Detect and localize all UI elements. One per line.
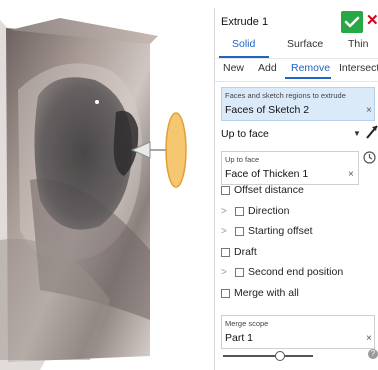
merge-all-checkbox[interactable] <box>221 288 230 298</box>
tab-surface[interactable]: Surface <box>287 38 323 50</box>
second-end-checkbox[interactable] <box>235 267 244 277</box>
starting-offset-option[interactable]: > Starting offset <box>221 223 313 239</box>
dialog-title: Extrude 1 <box>221 16 269 28</box>
starting-offset-checkbox[interactable] <box>235 226 244 236</box>
chevron-right-icon[interactable]: > <box>221 267 235 278</box>
operation-tabs: New Add Remove Intersect <box>215 62 378 80</box>
info-icon[interactable]: ? <box>368 349 378 359</box>
merge-scope-label: Merge scope <box>225 319 269 328</box>
second-end-label: Second end position <box>248 266 344 278</box>
tab-new[interactable]: New <box>223 62 244 74</box>
offset-distance-option[interactable]: Offset distance <box>221 182 304 198</box>
offset-distance-label: Offset distance <box>234 184 304 196</box>
direction-checkbox[interactable] <box>235 206 244 216</box>
tab-add[interactable]: Add <box>258 62 277 74</box>
selection-field[interactable]: Faces and sketch regions to extrude Face… <box>221 87 375 121</box>
selection-value: Faces of Sketch 2 <box>225 104 310 116</box>
clock-icon[interactable] <box>363 151 376 164</box>
second-end-option[interactable]: > Second end position <box>221 264 343 280</box>
tab-thin[interactable]: Thin <box>348 38 368 50</box>
check-icon[interactable] <box>341 11 363 33</box>
up-to-face-label: Up to face <box>225 155 260 164</box>
tab-remove[interactable]: Remove <box>291 62 330 74</box>
up-to-face-field[interactable]: Up to face Face of Thicken 1 × <box>221 151 359 185</box>
chevron-right-icon[interactable]: > <box>221 206 235 217</box>
merge-all-option[interactable]: Merge with all <box>221 285 299 301</box>
chevron-down-icon: ▼ <box>353 129 361 138</box>
3d-viewport[interactable] <box>0 0 214 370</box>
draft-label: Draft <box>234 246 257 258</box>
tab-solid[interactable]: Solid <box>232 38 255 50</box>
clear-scope-icon[interactable]: × <box>366 333 372 344</box>
chevron-right-icon[interactable]: > <box>221 226 235 237</box>
merge-all-label: Merge with all <box>234 287 299 299</box>
slider-knob[interactable] <box>274 351 285 361</box>
end-type-select[interactable]: Up to face ▼ <box>221 125 361 143</box>
tab-underline <box>285 77 331 79</box>
selection-label: Faces and sketch regions to extrude <box>225 91 346 100</box>
slider-track <box>223 355 313 357</box>
close-icon[interactable]: ✕ <box>366 13 378 28</box>
draft-option[interactable]: Draft <box>221 244 257 260</box>
extrude-dialog: Extrude 1 ✕ Solid Surface Thin New Add R… <box>214 8 378 370</box>
face-disk <box>165 112 187 188</box>
direction-option[interactable]: > Direction <box>221 203 289 219</box>
flip-direction-icon[interactable] <box>365 124 378 140</box>
slider[interactable] <box>223 350 313 362</box>
merge-scope-field[interactable]: Merge scope Part 1 × <box>221 315 375 349</box>
clear-face-icon[interactable]: × <box>348 169 354 180</box>
divider <box>215 81 378 82</box>
starting-offset-label: Starting offset <box>248 225 313 237</box>
merge-scope-value: Part 1 <box>225 332 254 344</box>
dialog-header: Extrude 1 ✕ <box>215 8 378 36</box>
up-to-face-value: Face of Thicken 1 <box>225 168 309 180</box>
part-render <box>0 0 214 370</box>
body-type-tabs: Solid Surface Thin <box>215 38 378 58</box>
offset-distance-checkbox[interactable] <box>221 185 230 195</box>
end-type-value: Up to face <box>221 128 269 140</box>
direction-label: Direction <box>248 205 290 217</box>
clear-selection-icon[interactable]: × <box>366 105 372 116</box>
divider <box>215 58 378 59</box>
draft-checkbox[interactable] <box>221 247 230 257</box>
tab-intersect[interactable]: Intersect <box>339 62 378 74</box>
